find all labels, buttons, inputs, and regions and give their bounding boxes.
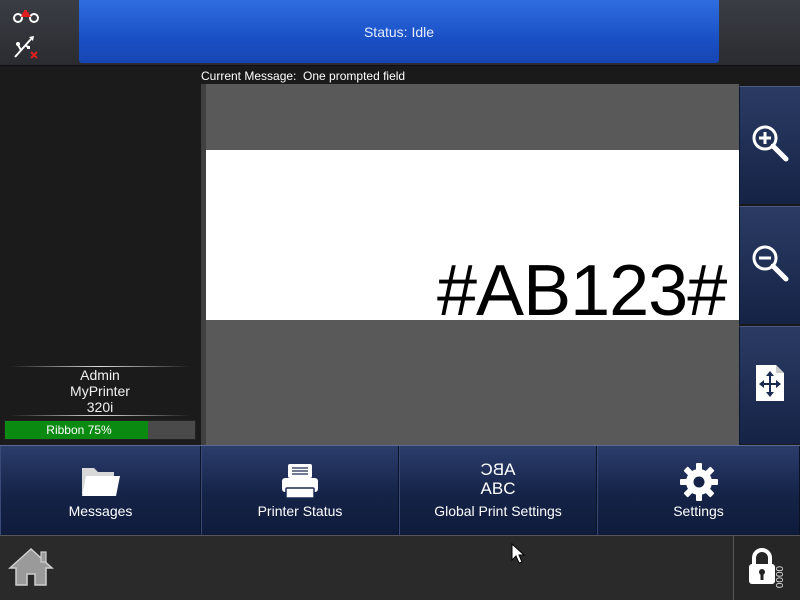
fit-to-view-button[interactable] bbox=[739, 326, 800, 444]
message-preview[interactable]: #AB123# bbox=[201, 84, 739, 445]
left-info-panel: Admin MyPrinter 320i Ribbon 75% bbox=[0, 66, 200, 446]
messages-button[interactable]: Messages bbox=[0, 446, 201, 536]
printer-info: Admin MyPrinter 320i bbox=[0, 366, 200, 416]
settings-button[interactable]: Settings bbox=[597, 446, 800, 536]
messages-label: Messages bbox=[68, 503, 133, 519]
move-fit-icon bbox=[754, 363, 786, 408]
status-text: Status: Idle bbox=[363, 23, 435, 40]
printer-status-label: Printer Status bbox=[257, 503, 343, 519]
abc-flip-icon: ABC ABC bbox=[481, 460, 516, 498]
ribbon-label: Ribbon 75% bbox=[46, 423, 112, 437]
abc-normal: ABC bbox=[480, 479, 516, 498]
zoom-in-icon bbox=[750, 123, 790, 168]
zoom-in-button[interactable] bbox=[739, 86, 800, 204]
label-canvas[interactable]: #AB123# bbox=[206, 150, 739, 320]
global-print-settings-label: Global Print Settings bbox=[434, 503, 562, 519]
global-print-settings-button[interactable]: ABC ABC Global Print Settings bbox=[399, 446, 597, 536]
divider bbox=[10, 415, 190, 416]
gear-icon bbox=[679, 462, 719, 507]
usb-disconnected-icon bbox=[12, 34, 40, 65]
current-message-label: Current Message: One prompted field bbox=[201, 69, 406, 83]
main-nav: Messages Printer Status ABC ABC Global P… bbox=[0, 445, 800, 536]
top-bar: Status: Idle bbox=[0, 0, 800, 66]
status-banner[interactable]: Status: Idle bbox=[79, 0, 719, 63]
zoom-out-icon bbox=[750, 243, 790, 288]
preview-tools bbox=[739, 86, 800, 445]
mouse-cursor-icon bbox=[511, 542, 526, 570]
zoom-out-button[interactable] bbox=[739, 206, 800, 324]
lock-button[interactable] bbox=[733, 536, 800, 600]
printer-icon bbox=[280, 462, 320, 505]
printer-model: 320i bbox=[86, 399, 114, 415]
tractor-icon bbox=[12, 9, 40, 28]
lock-code: 0000 bbox=[773, 566, 784, 589]
printer-status-button[interactable]: Printer Status bbox=[201, 446, 399, 536]
folder-icon bbox=[80, 462, 122, 503]
user-name: Admin bbox=[80, 367, 120, 383]
printer-name: MyPrinter bbox=[70, 383, 130, 399]
ribbon-gauge: Ribbon 75% bbox=[4, 420, 196, 440]
home-icon[interactable] bbox=[8, 546, 54, 593]
footer-bar bbox=[0, 535, 800, 600]
abc-mirrored: ABC bbox=[480, 460, 516, 479]
prompted-field-text[interactable]: #AB123# bbox=[437, 255, 727, 320]
